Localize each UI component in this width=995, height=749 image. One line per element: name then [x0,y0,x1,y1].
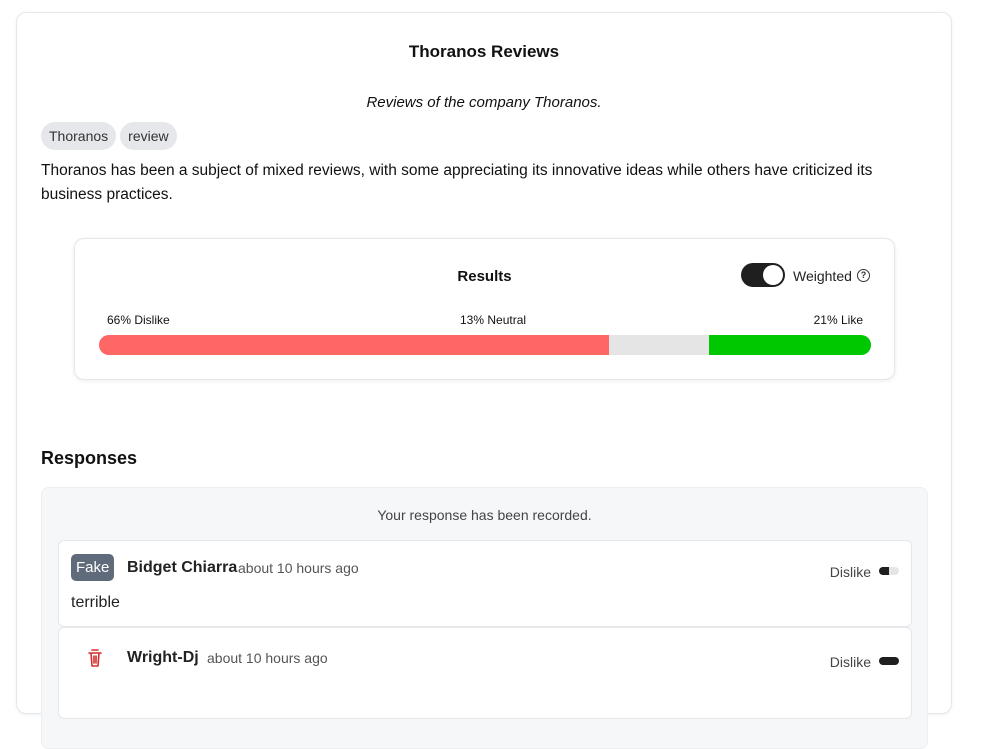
fake-badge: Fake [71,554,115,581]
sentiment-level-fill [879,657,899,665]
help-icon[interactable]: ? [857,269,870,282]
dislike-percent-label: 66% Dislike [107,313,170,327]
weighted-toggle[interactable] [741,263,785,287]
responses-heading: Responses [41,448,138,468]
page-description: Thoranos has been a subject of mixed rev… [41,162,873,203]
neutral-percent-label: 13% Neutral [460,313,527,327]
weighted-label: Weighted [793,268,852,284]
results-panel: Results Weighted ? 66% Dislike 13% Neutr… [74,238,895,380]
recorded-message: Your response has been recorded. [377,507,592,523]
neutral-segment [608,335,709,355]
sentiment-level-fill [879,567,889,575]
tag-thoranos[interactable]: Thoranos [41,122,117,150]
toggle-knob [763,265,783,285]
response-sentiment: Dislike [829,654,871,670]
sentiment-level-bar [879,567,899,575]
page-subtitle: Reviews of the company Thoranos. [366,94,602,111]
review-card: Thoranos Reviews Reviews of the company … [16,12,952,749]
dislike-segment [99,335,609,355]
like-segment [708,335,871,355]
response-item: Fake Bidget Chiarra about 10 hours ago D… [58,540,912,627]
response-comment: terrible [71,594,120,611]
sentiment-level-bar [879,657,899,665]
response-time: about 10 hours ago [238,560,359,576]
response-sentiment: Dislike [829,564,871,580]
response-item: Wright-Dj about 10 hours ago Dislike [58,627,912,719]
tag-list: Thoranos review [41,122,177,150]
response-author[interactable]: Wright-Dj [127,649,199,667]
response-author[interactable]: Bidget Chiarra [127,559,237,577]
results-bar [99,335,871,355]
like-percent-label: 21% Like [813,313,863,327]
page-title: Thoranos Reviews [408,42,560,61]
response-time: about 10 hours ago [207,650,328,666]
trash-icon[interactable] [87,648,103,668]
responses-list: Your response has been recorded. Fake Bi… [41,487,928,749]
tag-review[interactable]: review [120,122,177,150]
